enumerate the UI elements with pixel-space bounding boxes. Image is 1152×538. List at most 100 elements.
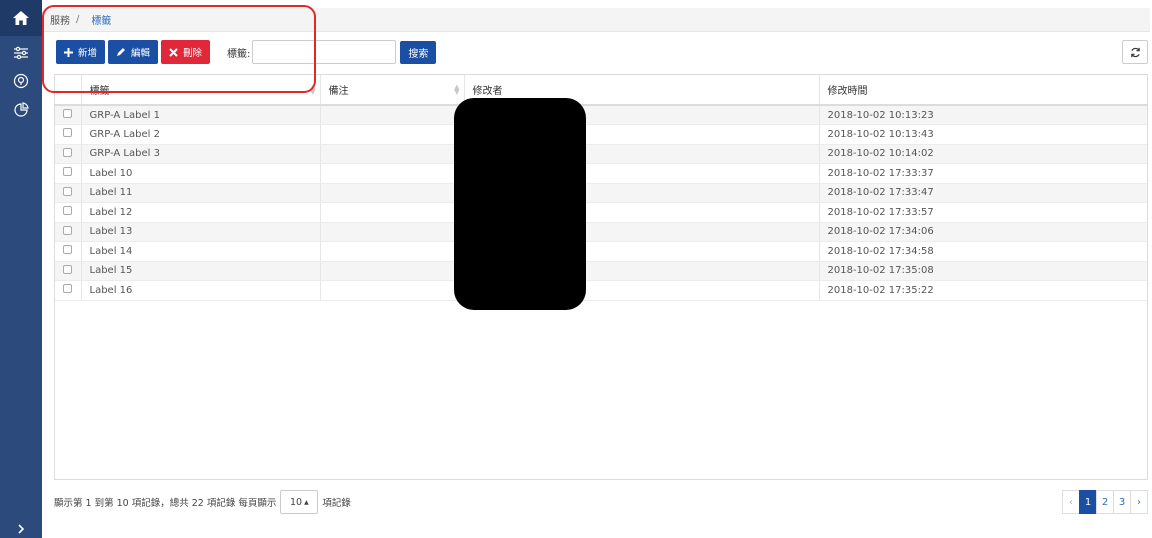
record-summary: 顯示第 1 到第 10 項記錄，總共 22 項記錄 每頁顯示 [54, 498, 277, 509]
note-cell [320, 202, 465, 223]
column-header-tag-label: 標籤 [89, 86, 110, 97]
note-cell [320, 163, 465, 184]
note-cell [320, 105, 465, 125]
tag-cell: Label 10 [81, 163, 321, 184]
row-checkbox-cell [55, 183, 82, 203]
time-cell: 2018-10-02 17:33:57 [819, 202, 1147, 223]
tag-cell: Label 12 [81, 202, 321, 223]
sidebar-expand-button[interactable] [0, 520, 42, 538]
help-circle-icon[interactable] [10, 70, 32, 92]
column-header-tag[interactable]: 標籤 ▲ ▼ [81, 75, 321, 106]
sidebar [0, 0, 42, 538]
table-row[interactable]: GRP-A Label 2 2018-10-02 10:13:43 [55, 124, 1147, 145]
row-checkbox[interactable] [63, 284, 73, 294]
column-header-modifier-label: 修改者 [472, 86, 503, 97]
row-checkbox[interactable] [63, 128, 73, 138]
breadcrumb: 服務 / 標籤 [42, 8, 1150, 32]
page-button-3[interactable]: 3 [1113, 490, 1131, 514]
search-button[interactable]: 搜索 [400, 40, 437, 64]
caret-up-icon: ▲ [304, 498, 309, 506]
row-checkbox[interactable] [63, 167, 73, 177]
row-checkbox[interactable] [63, 109, 73, 118]
pie-chart-icon[interactable] [10, 99, 32, 121]
table-footer: 顯示第 1 到第 10 項記錄，總共 22 項記錄 每頁顯示 10 ▲ 項記錄 [54, 490, 351, 514]
row-checkbox-cell [55, 124, 82, 145]
tag-cell: GRP-A Label 3 [81, 144, 321, 164]
table-row[interactable]: Label 14 2018-10-02 17:34:58 [55, 241, 1147, 262]
tag-cell: Label 16 [81, 280, 321, 301]
table-row[interactable]: Label 11 2018-10-02 17:33:47 [55, 183, 1147, 203]
table-row[interactable]: Label 15 2018-10-02 17:35:08 [55, 261, 1147, 281]
row-checkbox[interactable] [63, 225, 73, 235]
time-cell: 2018-10-02 17:33:47 [819, 183, 1147, 203]
time-cell: 2018-10-02 17:35:08 [819, 261, 1147, 281]
table-row[interactable]: Label 12 2018-10-02 17:33:57 [55, 202, 1147, 223]
delete-button-label: 刪除 [183, 48, 203, 59]
refresh-button[interactable] [1122, 40, 1148, 64]
table-header-row: 標籤 ▲ ▼ 備注 ▲ ▼ 修改者 修改時間 [55, 75, 1147, 106]
prev-page-button[interactable]: ‹ [1062, 490, 1080, 514]
refresh-icon [1130, 47, 1140, 57]
column-header-modified-time-label: 修改時間 [827, 86, 868, 97]
row-checkbox-cell [55, 222, 82, 242]
sliders-icon[interactable] [10, 42, 32, 64]
note-cell [320, 222, 465, 242]
tag-cell: Label 13 [81, 222, 321, 242]
sort-icon: ▲ ▼ [454, 83, 460, 96]
per-page-suffix: 項記錄 [322, 498, 351, 509]
row-checkbox[interactable] [63, 245, 73, 255]
tag-cell: Label 15 [81, 261, 321, 281]
row-checkbox-cell [55, 163, 82, 184]
table-row[interactable]: GRP-A Label 1 2018-10-02 10:13:23 [55, 105, 1147, 125]
tag-filter-input[interactable] [252, 40, 397, 64]
time-cell: 2018-10-02 17:35:22 [819, 280, 1147, 301]
row-checkbox[interactable] [63, 206, 73, 216]
home-button[interactable] [0, 0, 42, 36]
redaction-block [454, 98, 586, 310]
note-cell [320, 144, 465, 164]
time-cell: 2018-10-02 17:34:58 [819, 241, 1147, 262]
toolbar: 新增 編輯 刪除 標籤: 搜索 [56, 40, 437, 64]
column-header-note-label: 備注 [328, 86, 349, 97]
breadcrumb-parent[interactable]: 服務 [50, 12, 70, 27]
time-cell: 2018-10-02 10:14:02 [819, 144, 1147, 164]
column-header-note[interactable]: 備注 ▲ ▼ [320, 75, 465, 106]
next-page-button[interactable]: › [1130, 490, 1148, 514]
add-button-label: 新增 [78, 48, 98, 59]
row-checkbox-cell [55, 202, 82, 223]
time-cell: 2018-10-02 17:33:37 [819, 163, 1147, 184]
main-content: 服務 / 標籤 新增 編輯 刪除 標籤: 搜索 標籤 ▲ ▼ 備注 ▲ ▼ 修改… [42, 0, 1152, 538]
row-checkbox-cell [55, 280, 82, 301]
add-button[interactable]: 新增 [56, 40, 106, 64]
edit-button-label: 編輯 [131, 48, 151, 59]
breadcrumb-current: 標籤 [91, 16, 112, 27]
time-cell: 2018-10-02 10:13:43 [819, 124, 1147, 145]
table-row[interactable]: Label 16 2018-10-02 17:35:22 [55, 280, 1147, 301]
row-checkbox[interactable] [63, 147, 73, 157]
row-checkbox-cell [55, 241, 82, 262]
pagination: ‹ 1 2 3 › [1062, 490, 1148, 514]
column-header-modified-time[interactable]: 修改時間 [819, 75, 1147, 106]
table-row[interactable]: Label 13 2018-10-02 17:34:06 [55, 222, 1147, 242]
page-button-2[interactable]: 2 [1096, 490, 1114, 514]
tag-cell: GRP-A Label 1 [81, 105, 321, 125]
per-page-select[interactable]: 10 ▲ [280, 490, 319, 514]
note-cell [320, 280, 465, 301]
edit-button[interactable]: 編輯 [108, 40, 159, 64]
table-row[interactable]: Label 10 2018-10-02 17:33:37 [55, 163, 1147, 184]
delete-button[interactable]: 刪除 [161, 40, 211, 64]
row-checkbox[interactable] [63, 186, 73, 196]
row-checkbox-cell [55, 144, 82, 164]
row-checkbox[interactable] [63, 264, 73, 274]
per-page-value: 10 [290, 496, 303, 508]
table-row[interactable]: GRP-A Label 3 2018-10-02 10:14:02 [55, 144, 1147, 164]
page-button-1[interactable]: 1 [1079, 490, 1097, 514]
home-icon [13, 11, 29, 25]
row-checkbox-cell [55, 261, 82, 281]
breadcrumb-separator: / [76, 14, 80, 25]
note-cell [320, 241, 465, 262]
tag-cell: GRP-A Label 2 [81, 124, 321, 145]
sort-icon: ▲ ▼ [310, 83, 316, 96]
chevron-right-icon [18, 524, 25, 534]
x-icon [169, 47, 178, 57]
